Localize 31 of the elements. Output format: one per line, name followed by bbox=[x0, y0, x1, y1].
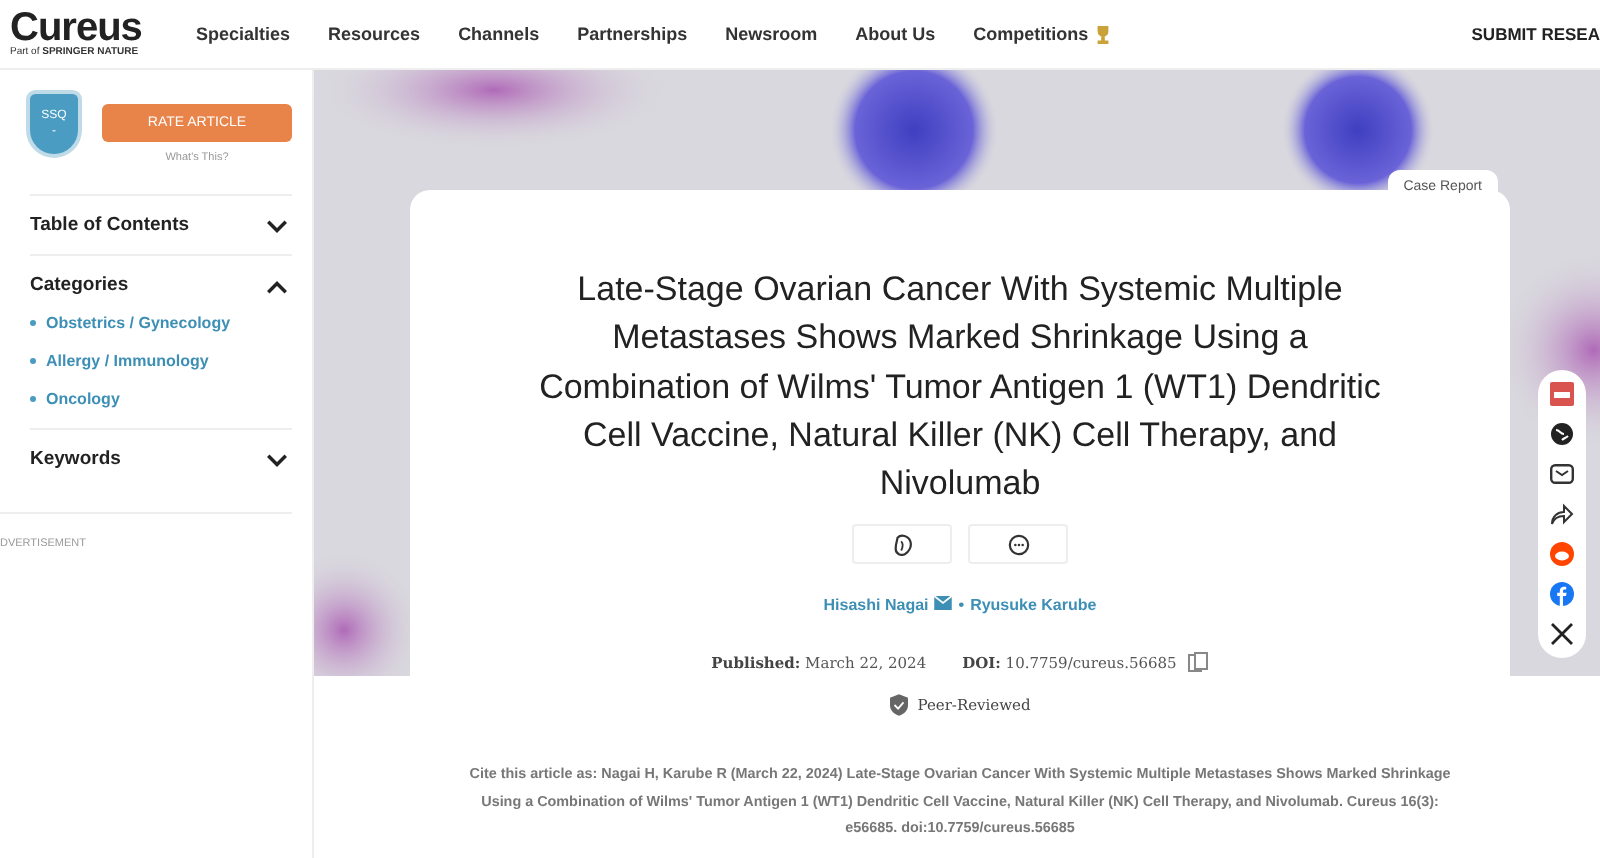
cureus-logo[interactable]: Cureus bbox=[10, 10, 186, 46]
nav-link[interactable]: Competitions bbox=[973, 23, 1113, 45]
accordion-header[interactable]: Categories bbox=[30, 256, 292, 314]
accordion-header[interactable]: Table of Contents bbox=[30, 196, 292, 254]
trophy-icon bbox=[1094, 23, 1113, 45]
author-link[interactable]: Hisashi Nagai bbox=[823, 596, 929, 615]
author-link[interactable]: Ryusuke Karube bbox=[970, 596, 1097, 615]
brain-button[interactable] bbox=[852, 524, 952, 565]
nav-link[interactable]: Channels bbox=[458, 23, 540, 45]
nav-link[interactable]: Partnerships bbox=[577, 23, 688, 45]
accordion-header[interactable]: Keywords bbox=[30, 430, 292, 488]
nav-link[interactable]: Specialties bbox=[196, 23, 291, 45]
email-icon[interactable] bbox=[1550, 462, 1574, 486]
article-title: Late-Stage Ovarian Cancer With Systemic Multiple Metastases Shows Marked Shrinkage Using a Combination of Wilms' Tumor Antigen 1 (WT1) Dendritic Cell Vaccine, Natural Killer (NK) Cell Therapy, and Nivolumab bbox=[537, 268, 1383, 507]
author-separator: • bbox=[958, 596, 965, 615]
nav-link[interactable]: Resources bbox=[328, 23, 421, 45]
copy-icon[interactable] bbox=[1188, 652, 1209, 673]
shield-check-icon bbox=[889, 694, 908, 717]
category-link[interactable]: Obstetrics / Gynecology bbox=[46, 314, 231, 332]
pdf-icon[interactable] bbox=[1550, 382, 1574, 406]
category-link[interactable]: Allergy / Immunology bbox=[46, 352, 209, 370]
comment-button[interactable] bbox=[968, 524, 1068, 565]
share-arrow-icon[interactable] bbox=[1550, 502, 1574, 526]
facebook-icon[interactable] bbox=[1550, 582, 1574, 606]
nav-link[interactable]: Newsroom bbox=[725, 23, 818, 45]
reddit-icon[interactable] bbox=[1550, 542, 1574, 566]
nav-link[interactable]: About Us bbox=[855, 23, 936, 45]
category-link[interactable]: Oncology bbox=[46, 390, 120, 408]
comment-icon bbox=[1007, 533, 1029, 556]
x-icon[interactable] bbox=[1550, 622, 1574, 646]
submit-research-link[interactable]: SUBMIT RESEA bbox=[1471, 24, 1600, 44]
